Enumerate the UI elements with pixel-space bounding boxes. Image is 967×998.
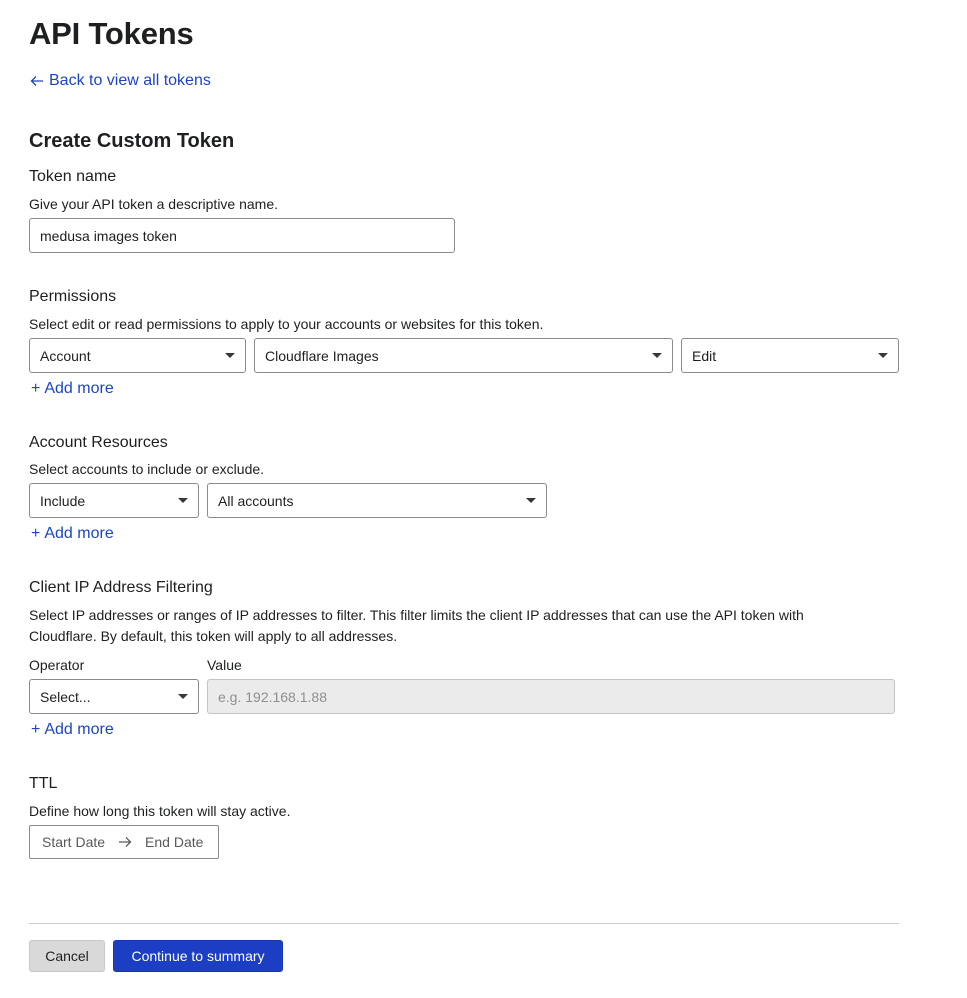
caret-down-icon — [652, 353, 662, 358]
add-more-label: Add more — [44, 525, 114, 542]
account-resources-help: Select accounts to include or exclude. — [29, 461, 265, 477]
permissions-add-more-button[interactable]: + Add more — [31, 380, 114, 398]
ip-operator-select[interactable]: Select... — [29, 679, 199, 714]
permissions-label: Permissions — [29, 288, 117, 305]
permission-resource-select[interactable]: Cloudflare Images — [254, 338, 673, 373]
continue-to-summary-button[interactable]: Continue to summary — [113, 940, 283, 972]
add-more-label: Add more — [44, 721, 114, 738]
footer-divider — [29, 923, 899, 924]
back-link[interactable]: Back to view all tokens — [29, 72, 211, 90]
arrow-right-icon — [119, 837, 132, 847]
ip-value-input[interactable]: e.g. 192.168.1.88 — [207, 679, 895, 714]
ip-filtering-help-line1: Select IP addresses or ranges of IP addr… — [29, 607, 804, 623]
back-link-label: Back to view all tokens — [49, 72, 211, 89]
permission-scope-value: Account — [40, 347, 91, 364]
token-name-value: medusa images token — [40, 227, 177, 244]
ttl-help: Define how long this token will stay act… — [29, 803, 291, 819]
token-name-label: Token name — [29, 168, 117, 185]
ip-filtering-label: Client IP Address Filtering — [29, 579, 213, 596]
ip-filtering-add-more-button[interactable]: + Add more — [31, 721, 114, 739]
ttl-start-date[interactable]: Start Date — [42, 834, 105, 850]
permission-scope-select[interactable]: Account — [29, 338, 246, 373]
operator-label: Operator — [29, 657, 85, 673]
caret-down-icon — [878, 353, 888, 358]
caret-down-icon — [225, 353, 235, 358]
permission-access-select[interactable]: Edit — [681, 338, 899, 373]
ttl-date-range-picker[interactable]: Start Date End Date — [29, 825, 219, 859]
permissions-help: Select edit or read permissions to apply… — [29, 316, 544, 332]
caret-down-icon — [526, 498, 536, 503]
caret-down-icon — [178, 694, 188, 699]
account-mode-value: Include — [40, 492, 86, 509]
account-resources-add-more-button[interactable]: + Add more — [31, 525, 114, 543]
ip-value-placeholder: e.g. 192.168.1.88 — [218, 688, 327, 705]
ip-operator-value: Select... — [40, 688, 91, 705]
account-mode-select[interactable]: Include — [29, 483, 199, 518]
plus-icon: + — [31, 380, 41, 397]
ttl-end-date[interactable]: End Date — [145, 834, 203, 850]
account-target-select[interactable]: All accounts — [207, 483, 547, 518]
ip-filtering-help-line2: Cloudflare. By default, this token will … — [29, 628, 398, 644]
page-title: API Tokens — [29, 16, 194, 51]
add-more-label: Add more — [44, 380, 114, 397]
cancel-button[interactable]: Cancel — [29, 940, 105, 972]
arrow-left-icon — [30, 76, 43, 86]
caret-down-icon — [178, 498, 188, 503]
plus-icon: + — [31, 525, 41, 542]
permission-access-value: Edit — [692, 347, 717, 364]
ttl-label: TTL — [29, 775, 58, 792]
token-name-help: Give your API token a descriptive name. — [29, 196, 279, 212]
value-label: Value — [207, 657, 242, 673]
plus-icon: + — [31, 721, 41, 738]
account-target-value: All accounts — [218, 492, 294, 509]
token-name-input[interactable]: medusa images token — [29, 218, 455, 253]
account-resources-label: Account Resources — [29, 434, 168, 451]
form-heading: Create Custom Token — [29, 130, 235, 152]
permission-resource-value: Cloudflare Images — [265, 347, 379, 364]
